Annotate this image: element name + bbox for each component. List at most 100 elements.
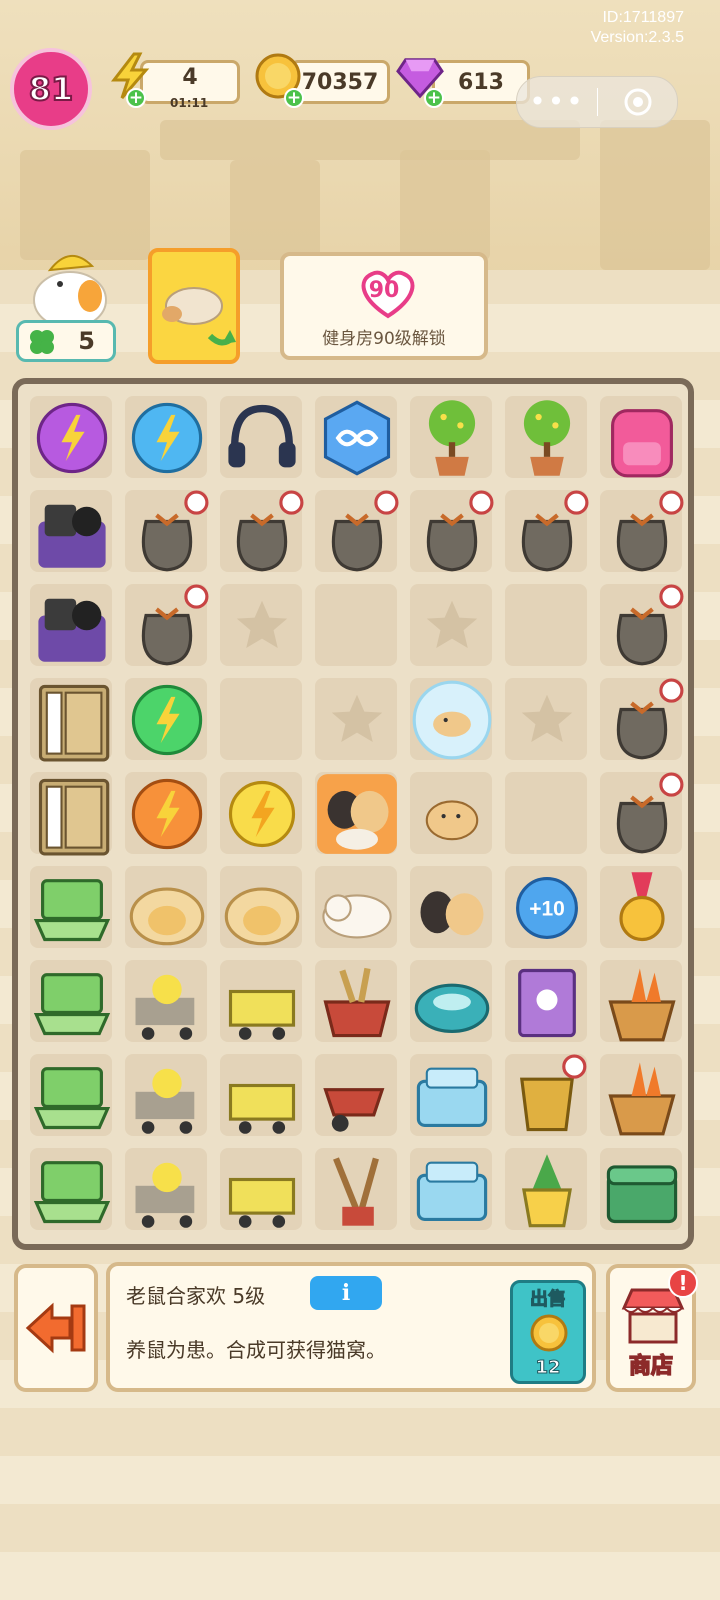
info-icon: i <box>341 1280 351 1306</box>
sell-label: 出售 <box>530 1289 567 1311</box>
trash-bag-item[interactable] <box>596 580 688 672</box>
plant-pot-item[interactable] <box>501 1144 593 1236</box>
bucket-item[interactable] <box>501 1050 593 1142</box>
laptop-item[interactable] <box>26 1050 118 1142</box>
player-level-badge[interactable]: 81 <box>10 48 92 130</box>
basket-item[interactable] <box>311 956 403 1048</box>
cart-item[interactable] <box>216 1050 308 1142</box>
hamster-family-item[interactable] <box>311 768 403 860</box>
energy-orb-blue-item[interactable] <box>121 392 213 484</box>
item-info-button[interactable]: i <box>310 1276 382 1310</box>
duck-cart-item[interactable] <box>121 1144 213 1236</box>
energy-orb-yellow-item[interactable] <box>216 768 308 860</box>
junk-pile-item[interactable] <box>26 580 118 672</box>
sell-button[interactable]: 出售 12 <box>510 1280 586 1384</box>
shop-button[interactable]: 商店 ! <box>606 1264 698 1392</box>
coin-value: 70357 <box>301 69 379 95</box>
empty-star-slot <box>216 580 308 672</box>
laptop-item[interactable] <box>26 956 118 1048</box>
svg-text:+10: +10 <box>529 897 565 920</box>
hamster-pair-item[interactable] <box>406 862 498 954</box>
trash-bag-item[interactable] <box>406 486 498 578</box>
flower-pot-item[interactable] <box>501 392 593 484</box>
energy-orb-purple-item[interactable] <box>26 392 118 484</box>
shop-label: 商店 <box>628 1353 674 1380</box>
green-chest-item[interactable] <box>596 1144 688 1236</box>
board-cell <box>505 584 587 666</box>
energy-value: 4 <box>182 64 198 90</box>
shop-alert-mark: ! <box>678 1271 688 1295</box>
exit-button[interactable] <box>14 1264 98 1392</box>
trash-bag-item[interactable] <box>121 486 213 578</box>
energy-orb-orange-item[interactable] <box>121 768 213 860</box>
laptop-item[interactable] <box>26 862 118 954</box>
cat-bed-item[interactable] <box>216 862 308 954</box>
background-shelf <box>600 120 710 270</box>
headphones-item[interactable] <box>216 392 308 484</box>
wooden-cabinet-item[interactable] <box>26 768 118 860</box>
add-energy-button[interactable]: + <box>126 88 146 108</box>
cart-item[interactable] <box>216 1144 308 1236</box>
broom-tools-item[interactable] <box>311 1144 403 1236</box>
gold-medal-item[interactable] <box>596 862 688 954</box>
trash-bag-item[interactable] <box>596 674 688 766</box>
exit-icon <box>25 1302 86 1354</box>
clover-value: 5 <box>78 327 95 355</box>
white-cat-item[interactable] <box>311 862 403 954</box>
carrot-basket-item[interactable] <box>596 1050 688 1142</box>
player-id: ID:1711897 <box>602 9 684 26</box>
gem-value: 613 <box>458 69 504 95</box>
background-shelf <box>400 150 490 260</box>
item-description: 养鼠为患。合成可获得猫窝。 <box>126 1338 386 1362</box>
carrot-basket-item[interactable] <box>596 956 688 1048</box>
wheelbarrow-item[interactable] <box>311 1050 403 1142</box>
trash-bag-item[interactable] <box>216 486 308 578</box>
wooden-cabinet-item[interactable] <box>26 674 118 766</box>
ice-box-item[interactable] <box>406 1050 498 1142</box>
duck-cart-item[interactable] <box>121 956 213 1048</box>
infinity-hexagon-item[interactable] <box>311 392 403 484</box>
build-info: ID:1711897 Version:2.3.5 <box>591 8 684 48</box>
shop-alert-badge: ! <box>668 1268 698 1298</box>
energy-orb-green-item[interactable] <box>121 674 213 766</box>
clover-counter[interactable]: 5 <box>16 320 116 362</box>
robot-vacuum-item[interactable] <box>406 956 498 1048</box>
coin-counter[interactable]: 70357 <box>290 60 390 104</box>
clover-icon <box>30 330 54 354</box>
junk-pile-item[interactable] <box>26 486 118 578</box>
cat-bed-item[interactable] <box>121 862 213 954</box>
add-coins-button[interactable]: + <box>284 88 304 108</box>
add-gems-button[interactable]: + <box>424 88 444 108</box>
ice-box-item[interactable] <box>406 1144 498 1236</box>
duck-character[interactable] <box>20 240 120 330</box>
duck-cart-item[interactable] <box>121 1050 213 1142</box>
plus-10-token-item[interactable]: +10 <box>501 862 593 954</box>
board-cell <box>220 678 302 760</box>
empty-star-slot <box>311 674 403 766</box>
merge-board: +10 <box>12 378 694 1250</box>
book-item[interactable] <box>501 956 593 1048</box>
quest-card[interactable] <box>148 248 240 364</box>
trash-bag-item[interactable] <box>596 486 688 578</box>
background-shelf <box>160 120 580 160</box>
close-miniprogram-button[interactable] <box>598 87 677 117</box>
hamster-item[interactable] <box>406 768 498 860</box>
flower-pot-item[interactable] <box>406 392 498 484</box>
pink-backpack-item[interactable] <box>596 392 688 484</box>
more-menu-button[interactable]: ••• <box>517 80 597 124</box>
hamster-bubble-item[interactable] <box>406 674 498 766</box>
cart-item[interactable] <box>216 956 308 1048</box>
unlock-text: 健身房90级解锁 <box>322 329 446 349</box>
coin-icon <box>530 1314 568 1352</box>
version-label: Version:2.3.5 <box>590 29 684 46</box>
trash-bag-item[interactable] <box>121 580 213 672</box>
trash-bag-item[interactable] <box>501 486 593 578</box>
trash-bag-item[interactable] <box>311 486 403 578</box>
laptop-item[interactable] <box>26 1144 118 1236</box>
player-level: 81 <box>28 69 75 109</box>
unlock-panel: 90 健身房90级解锁 <box>280 252 488 360</box>
sell-price: 12 <box>535 1357 561 1379</box>
empty-star-slot <box>406 580 498 672</box>
board-cell <box>315 584 397 666</box>
trash-bag-item[interactable] <box>596 768 688 860</box>
